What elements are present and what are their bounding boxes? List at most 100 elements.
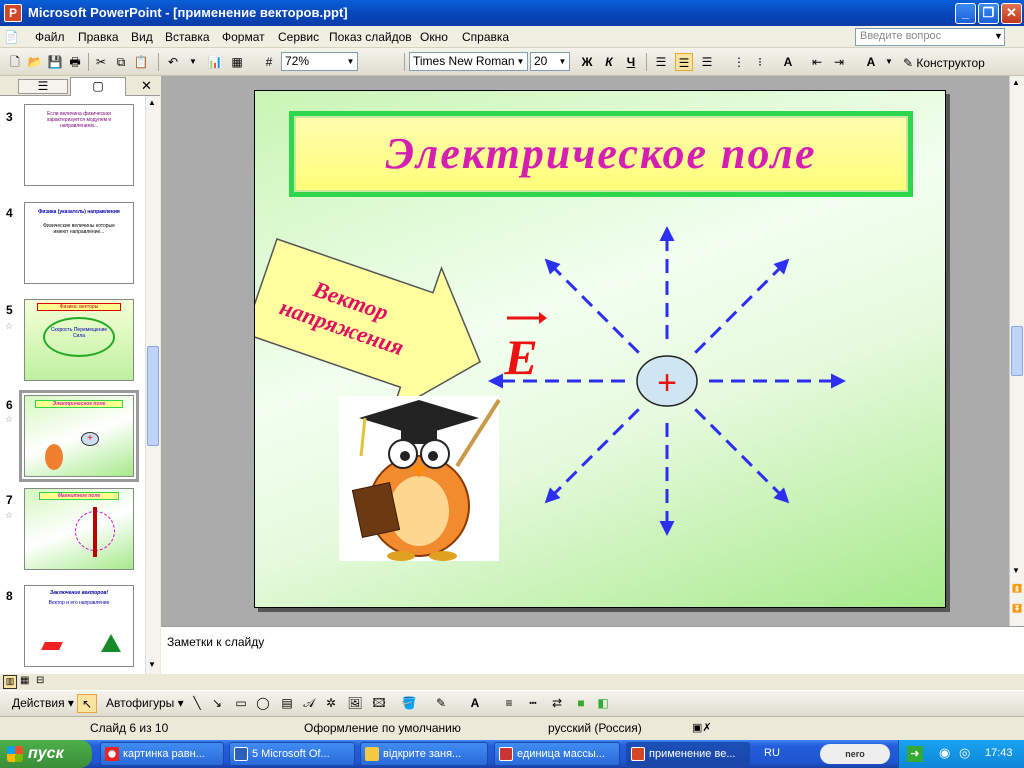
language-indicator[interactable]: RU xyxy=(764,747,780,759)
font-select[interactable]: Times New Roman ▼ xyxy=(409,52,528,71)
task-word[interactable]: 5 Microsoft Of... xyxy=(229,742,355,766)
close-button[interactable]: ✕ xyxy=(1001,3,1022,24)
menu-format[interactable]: Формат xyxy=(222,30,265,44)
copy-icon[interactable]: ⧉ xyxy=(112,53,130,71)
font-size-select[interactable]: 20 ▼ xyxy=(530,52,570,71)
font-color-icon[interactable]: A xyxy=(862,53,880,71)
slide-sorter-icon[interactable]: ▦ xyxy=(20,675,29,686)
arrow-icon[interactable]: ↘ xyxy=(208,694,226,712)
menu-window[interactable]: Окно xyxy=(420,30,448,44)
minimize-button[interactable]: _ xyxy=(955,3,976,24)
help-dropdown-icon[interactable]: ▼ xyxy=(994,31,1003,41)
cut-icon[interactable]: ✂ xyxy=(92,53,110,71)
oval-icon[interactable]: ◯ xyxy=(254,694,272,712)
slides-tab[interactable]: ▢ xyxy=(70,77,126,96)
thumbnail-slide-6[interactable]: Электрическое поле + xyxy=(24,395,134,477)
scroll-down-icon[interactable]: ▼ xyxy=(1012,566,1020,575)
font-color-dropdown-icon[interactable]: ▼ xyxy=(880,53,898,71)
align-left-icon[interactable]: ☰ xyxy=(652,53,670,71)
task-document[interactable]: единица массы... xyxy=(494,742,620,766)
powerpoint-app-icon[interactable]: P xyxy=(4,4,22,22)
task-folder[interactable]: відкрите заня... xyxy=(360,742,488,766)
slide-canvas[interactable]: Электрическое поле Вектор напряжения E + xyxy=(254,90,946,608)
thumbnail-scrollbar[interactable]: ▲ ▼ xyxy=(145,96,160,674)
shadow-icon[interactable]: ■ xyxy=(572,694,590,712)
align-center-icon[interactable]: ☰ xyxy=(675,53,693,71)
actions-menu[interactable]: Действия ▾ xyxy=(12,696,74,710)
select-pointer-icon[interactable]: ↖ xyxy=(77,694,97,713)
table-icon[interactable]: ▦ xyxy=(228,53,246,71)
rectangle-icon[interactable]: ▭ xyxy=(232,694,250,712)
clipart-icon[interactable]: 🖼 xyxy=(346,694,364,712)
menu-tools[interactable]: Сервис xyxy=(278,30,319,44)
vector-E[interactable]: E xyxy=(503,312,547,385)
spelling-icon[interactable]: ▣✗ xyxy=(692,721,712,734)
line-icon[interactable]: ╲ xyxy=(188,694,206,712)
help-search-input[interactable]: Введите вопрос xyxy=(855,28,1005,46)
doc-menu-icon[interactable]: 📄 xyxy=(4,30,19,44)
textbox-icon[interactable]: ▤ xyxy=(278,694,296,712)
menu-help[interactable]: Справка xyxy=(462,30,509,44)
normal-view-icon[interactable]: ▥ xyxy=(3,675,17,689)
font-color-draw-icon[interactable]: A xyxy=(466,694,484,712)
scroll-down-icon[interactable]: ▼ xyxy=(148,660,156,669)
line-color-icon[interactable]: ✎ xyxy=(432,694,450,712)
previous-slide-icon[interactable]: ⏫ xyxy=(1012,584,1022,593)
restore-button[interactable]: ❐ xyxy=(978,3,999,24)
3d-icon[interactable]: ◧ xyxy=(594,694,612,712)
outline-tab[interactable]: ☰ xyxy=(18,79,68,94)
scroll-thumb[interactable] xyxy=(147,346,159,446)
next-slide-icon[interactable]: ⏬ xyxy=(1012,604,1022,613)
menu-edit[interactable]: Правка xyxy=(78,30,119,44)
scroll-up-icon[interactable]: ▲ xyxy=(148,98,156,107)
thumbnail-slide-5[interactable]: Физика: векторы Скорость Перемещение Сил… xyxy=(24,299,134,381)
arrow-style-icon[interactable]: ⇄ xyxy=(548,694,566,712)
grid-icon[interactable]: # xyxy=(260,53,278,71)
designer-button[interactable]: ✎ Конструктор xyxy=(903,56,985,70)
underline-button[interactable]: Ч xyxy=(622,53,640,71)
start-button[interactable]: пуск xyxy=(0,740,92,768)
tray-chrome-icon[interactable]: ◎ xyxy=(959,745,970,761)
decrease-indent-icon[interactable]: ⇤ xyxy=(808,53,826,71)
slide-scrollbar[interactable]: ▲ ▼ ⏫ ⏬ xyxy=(1009,76,1024,626)
bold-button[interactable]: Ж xyxy=(578,53,596,71)
close-pane-icon[interactable]: ✕ xyxy=(141,78,152,94)
menu-view[interactable]: Вид xyxy=(131,30,153,44)
bullet-list-icon[interactable]: ⁝ xyxy=(751,53,769,71)
zoom-select[interactable]: 72% ▼ xyxy=(281,52,358,71)
scroll-up-icon[interactable]: ▲ xyxy=(1012,78,1020,87)
diagram-icon[interactable]: ✲ xyxy=(322,694,340,712)
autoshapes-menu[interactable]: Автофигуры ▾ xyxy=(106,696,184,710)
tray-network-icon[interactable]: ◉ xyxy=(939,745,950,761)
task-opera[interactable]: картинка равн... xyxy=(100,742,224,766)
fill-color-icon[interactable]: 🪣 xyxy=(400,694,418,712)
undo-icon[interactable]: ↶ xyxy=(164,53,182,71)
line-style-icon[interactable]: ≡ xyxy=(500,694,518,712)
italic-button[interactable]: К xyxy=(600,53,618,71)
print-icon[interactable]: 🖶 xyxy=(66,53,84,71)
chart-icon[interactable]: 📊 xyxy=(206,53,224,71)
wordart-icon[interactable]: 𝒜 xyxy=(300,694,318,712)
nero-search-icon[interactable]: nero xyxy=(820,744,890,764)
open-icon[interactable]: 📂 xyxy=(26,53,44,71)
picture-icon[interactable]: 🖾 xyxy=(370,694,388,712)
align-right-icon[interactable]: ☰ xyxy=(698,53,716,71)
menu-insert[interactable]: Вставка xyxy=(165,30,210,44)
increase-indent-icon[interactable]: ⇥ xyxy=(830,53,848,71)
paste-icon[interactable]: 📋 xyxy=(132,53,150,71)
save-icon[interactable]: 💾 xyxy=(46,53,64,71)
new-icon[interactable]: 🗋 xyxy=(6,53,24,71)
thumbnail-slide-7[interactable]: Магнитное поле xyxy=(24,488,134,570)
tray-arrow-icon[interactable]: ➜ xyxy=(907,746,923,762)
grow-font-icon[interactable]: A xyxy=(779,53,797,71)
notes-pane[interactable]: Заметки к слайду xyxy=(161,626,1024,674)
menu-slideshow[interactable]: Показ слайдов xyxy=(329,30,412,44)
task-powerpoint[interactable]: применение ве... xyxy=(626,742,750,766)
thumbnail-slide-4[interactable]: Физика (указатель) направления Физически… xyxy=(24,202,134,284)
slideshow-view-icon[interactable]: ⊟ xyxy=(36,675,44,686)
owl-teacher-image[interactable] xyxy=(339,396,501,561)
thumbnail-slide-8[interactable]: Заключение векторов! Вектор и его направ… xyxy=(24,585,134,667)
scroll-thumb[interactable] xyxy=(1011,326,1023,376)
numbered-list-icon[interactable]: ⋮ xyxy=(730,53,748,71)
menu-file[interactable]: Файл xyxy=(35,30,65,44)
